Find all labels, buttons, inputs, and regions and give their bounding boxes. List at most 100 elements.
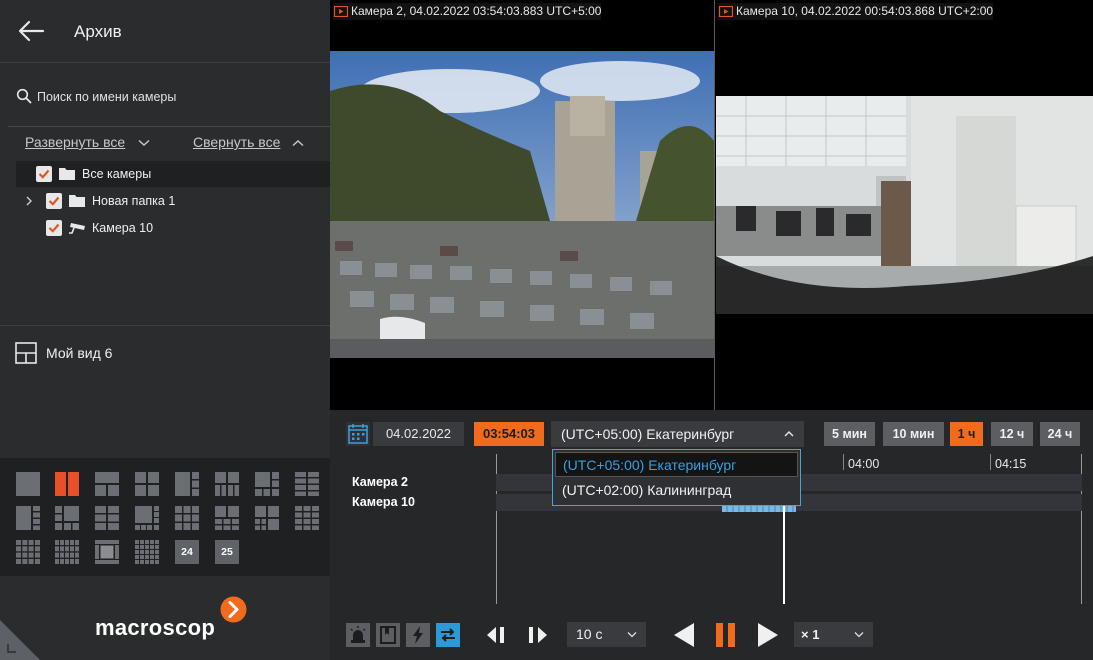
timezone-option-ekaterinburg[interactable]: (UTC+05:00) Екатеринбург	[555, 452, 798, 477]
chevron-down-icon	[627, 632, 637, 638]
scale-10min-button[interactable]: 10 мин	[883, 422, 944, 446]
expand-all-link[interactable]: Развернуть все	[25, 134, 125, 150]
date-field[interactable]: 04.02.2022	[373, 422, 464, 446]
layout-24-button[interactable]: 24	[175, 540, 199, 564]
checkmark-icon	[38, 169, 50, 179]
sidebar-header: Архив	[0, 0, 330, 63]
archive-window: Архив Развернуть все Свернуть все Все ка…	[0, 0, 1093, 660]
bookmark-icon[interactable]	[376, 623, 400, 647]
camera-search[interactable]	[16, 87, 316, 107]
play-icon[interactable]	[754, 621, 780, 649]
play-reverse-icon[interactable]	[672, 621, 698, 649]
archive-timeline-panel: 04.02.2022 03:54:03 (UTC+05:00) Екатерин…	[330, 410, 1093, 660]
view-label[interactable]: Мой вид 6	[46, 345, 112, 361]
brand-area: macroscop	[0, 576, 330, 660]
chevron-right-icon[interactable]	[25, 196, 33, 206]
layout-1-5-icon[interactable]	[255, 472, 279, 496]
folder-icon	[69, 195, 85, 207]
camera-10-video-frame	[716, 96, 1093, 314]
chevron-up-icon[interactable]	[292, 139, 304, 147]
pause-icon[interactable]	[713, 621, 739, 649]
chevron-down-icon	[854, 632, 864, 638]
calendar-icon[interactable]	[346, 422, 370, 446]
timeline-label: 04:00	[848, 457, 880, 471]
layout-2-4-icon[interactable]	[215, 472, 239, 496]
layout-1-7b-icon[interactable]	[55, 506, 79, 530]
checkbox[interactable]	[46, 193, 62, 209]
step-forward-icon[interactable]	[524, 622, 550, 648]
divider	[8, 126, 330, 127]
step-back-icon[interactable]	[484, 622, 510, 648]
playback-speed-value: × 1	[801, 627, 820, 642]
video-tile-camera-10[interactable]: Камера 10, 04.02.2022 00:54:03.868 UTC+2…	[715, 0, 1093, 410]
time-field[interactable]: 03:54:03	[474, 422, 544, 446]
layout-center-16-icon[interactable]	[95, 540, 119, 564]
layout-2x4-icon[interactable]	[295, 472, 319, 496]
timezone-selected-value: (UTC+05:00) Екатеринбург	[561, 426, 735, 442]
camera-caption-text: Камера 2, 04.02.2022 03:54:03.883 UTC+5:…	[351, 4, 602, 18]
timeline-camera-label: Камера 10	[352, 495, 415, 509]
resize-corner-icon[interactable]	[0, 620, 40, 660]
layout-2-6-icon[interactable]	[215, 506, 239, 530]
sidebar: Архив Развернуть все Свернуть все Все ка…	[0, 0, 330, 660]
timezone-dropdown-list: (UTC+05:00) Екатеринбург (UTC+02:00) Кал…	[552, 449, 801, 506]
camera-caption-text: Камера 10, 04.02.2022 00:54:03.868 UTC+2…	[736, 4, 994, 18]
layout-1-2-icon[interactable]	[95, 472, 119, 496]
timeline-tick	[990, 454, 991, 470]
tree-item-new-folder[interactable]: Новая папка 1	[16, 188, 330, 214]
layout-1x1-icon[interactable]	[16, 472, 40, 496]
collapse-all-link[interactable]: Свернуть все	[193, 134, 280, 150]
scale-12h-button[interactable]: 12 ч	[991, 422, 1033, 446]
layout-5x5-icon[interactable]	[135, 540, 159, 564]
tree-item-label: Камера 10	[92, 221, 154, 235]
timezone-select[interactable]: (UTC+05:00) Екатеринбург	[551, 421, 804, 447]
lightning-events-icon[interactable]	[406, 623, 430, 647]
search-icon	[16, 88, 32, 104]
sync-playback-icon[interactable]	[436, 623, 460, 647]
scale-1h-button[interactable]: 1 ч	[950, 422, 983, 446]
checkbox[interactable]	[46, 220, 62, 236]
sidebar-title: Архив	[74, 22, 122, 41]
layout-2x3-icon[interactable]	[95, 506, 119, 530]
layout-4x4-icon[interactable]	[16, 540, 40, 564]
view-layout-icon[interactable]	[15, 342, 37, 364]
archive-play-icon	[334, 6, 348, 17]
tree-item-label: Новая папка 1	[92, 194, 176, 208]
step-interval-select[interactable]: 10 с	[567, 622, 646, 647]
timeline-tick	[843, 454, 844, 470]
layout-4-8-icon[interactable]	[255, 506, 279, 530]
timeline-label: 04:15	[995, 457, 1027, 471]
back-arrow-icon[interactable]	[17, 19, 45, 43]
playback-speed-select[interactable]: × 1	[794, 622, 873, 647]
archive-play-icon	[719, 6, 733, 17]
layout-1-3-icon[interactable]	[175, 472, 199, 496]
layout-1-7-icon[interactable]	[16, 506, 40, 530]
layout-25-button[interactable]: 25	[215, 540, 239, 564]
timezone-option-kaliningrad[interactable]: (UTC+02:00) Калининград	[555, 478, 798, 503]
logo-chevron-icon	[220, 596, 247, 623]
checkbox[interactable]	[36, 166, 52, 182]
camera-icon	[69, 223, 85, 234]
layout-1-9-icon[interactable]	[135, 506, 159, 530]
search-input[interactable]	[37, 87, 307, 107]
scale-5min-button[interactable]: 5 мин	[824, 422, 875, 446]
tree-item-all-cameras[interactable]: Все камеры	[16, 161, 330, 187]
video-tile-camera-2[interactable]: Камера 2, 04.02.2022 03:54:03.883 UTC+5:…	[330, 0, 714, 410]
chevron-down-icon[interactable]	[138, 139, 150, 147]
layout-3x3-icon[interactable]	[175, 506, 199, 530]
layout-1x2-icon[interactable]	[55, 472, 79, 496]
scale-24h-button[interactable]: 24 ч	[1040, 422, 1080, 446]
layout-2x2-icon[interactable]	[135, 472, 159, 496]
alarm-events-icon[interactable]	[346, 623, 370, 647]
layout-5x4-icon[interactable]	[55, 540, 79, 564]
camera-caption: Камера 10, 04.02.2022 00:54:03.868 UTC+2…	[718, 3, 994, 20]
chevron-up-icon	[784, 431, 794, 437]
timeline-camera-label: Камера 2	[352, 475, 408, 489]
layout-grid: 24 25	[0, 458, 330, 576]
view-section: Мой вид 6	[0, 325, 330, 457]
camera-2-video-frame	[330, 51, 714, 358]
checkmark-icon	[48, 196, 60, 206]
layout-3x4-icon[interactable]	[295, 506, 319, 530]
tree-item-camera-10[interactable]: Камера 10	[16, 215, 330, 241]
timeline-playhead[interactable]	[783, 502, 785, 604]
